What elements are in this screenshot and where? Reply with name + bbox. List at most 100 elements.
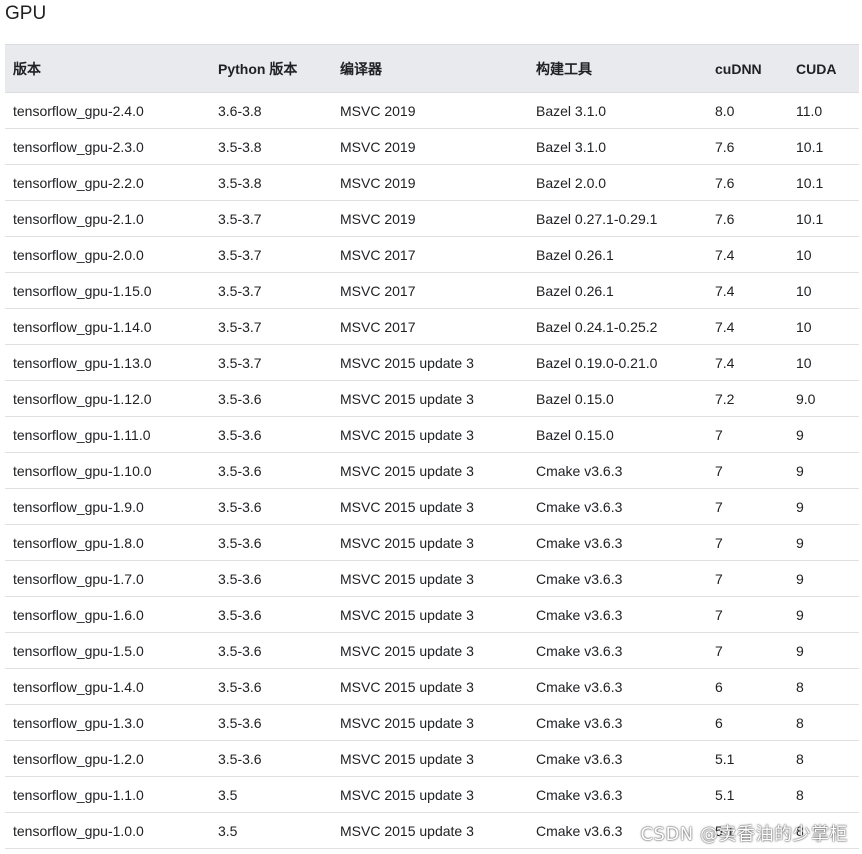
cell-version: tensorflow_gpu-2.3.0	[13, 138, 144, 155]
cell-compiler: MSVC 2015 update 3	[340, 714, 474, 731]
cell-cudnn: 6	[715, 678, 723, 695]
cell-build-tool: Bazel 0.27.1-0.29.1	[536, 210, 658, 227]
table-row: tensorflow_gpu-2.3.0 3.5-3.8 MSVC 2019 Baze…	[5, 129, 859, 165]
table-row: tensorflow_gpu-1.8.0 3.5-3.6 MSVC 2015 upd…	[5, 525, 859, 561]
cell-build-tool: Bazel 0.26.1	[536, 282, 614, 299]
table-row: tensorflow_gpu-2.2.0 3.5-3.8 MSVC 2019 Baze…	[5, 165, 859, 201]
cell-cuda: 9	[796, 462, 804, 479]
cell-cuda: 10.1	[796, 210, 824, 227]
cell-build-tool: Cmake v3.6.3	[536, 498, 623, 515]
cell-cudnn: 7.4	[715, 246, 735, 263]
column-header-python-version: Python 版本	[210, 44, 332, 93]
table-row: tensorflow_gpu-1.5.0 3.5-3.6 MSVC 2015 upd…	[5, 633, 859, 669]
cell-cudnn: 5.1	[715, 822, 735, 839]
cell-compiler: MSVC 2015 update 3	[340, 678, 474, 695]
cell-cuda: 9	[796, 498, 804, 515]
cell-cudnn: 7	[715, 534, 723, 551]
cell-version: tensorflow_gpu-1.5.0	[13, 642, 144, 659]
cell-cuda: 8	[796, 714, 804, 731]
cell-cuda: 9	[796, 534, 804, 551]
table-row: tensorflow_gpu-1.9.0 3.5-3.6 MSVC 2015 upd…	[5, 489, 859, 525]
cell-compiler: MSVC 2015 update 3	[340, 426, 474, 443]
cell-cudnn: 7.6	[715, 174, 735, 191]
cell-python-version: 3.5	[218, 786, 238, 803]
cell-build-tool: Cmake v3.6.3	[536, 462, 623, 479]
column-header-build-tool: 构建工具	[528, 44, 707, 93]
cell-cudnn: 7.4	[715, 318, 735, 335]
table-header: 版本 Python 版本 编译器 构建工具 cuDNN CUDA	[5, 44, 859, 93]
cell-cuda: 10	[796, 282, 812, 299]
cell-python-version: 3.5-3.7	[218, 246, 262, 263]
table-row: tensorflow_gpu-2.1.0 3.5-3.7 MSVC 2019 Baze…	[5, 201, 859, 237]
cell-cuda: 8	[796, 786, 804, 803]
cell-cuda: 10.1	[796, 138, 824, 155]
cell-version: tensorflow_gpu-1.0.0	[13, 822, 144, 839]
cell-cudnn: 7	[715, 570, 723, 587]
cell-cuda: 11.0	[796, 102, 823, 119]
cell-python-version: 3.5-3.6	[218, 642, 262, 659]
cell-cudnn: 5.1	[715, 786, 735, 803]
cell-cudnn: 7.6	[715, 210, 735, 227]
cell-cuda: 9.0	[796, 390, 816, 407]
cell-compiler: MSVC 2015 update 3	[340, 786, 474, 803]
cell-compiler: MSVC 2019	[340, 138, 416, 155]
table-row: tensorflow_gpu-1.12.0 3.5-3.6 MSVC 2015 up…	[5, 381, 859, 417]
cell-compiler: MSVC 2015 update 3	[340, 462, 474, 479]
cell-cudnn: 7.2	[715, 390, 735, 407]
cell-cuda: 10	[796, 354, 812, 371]
cell-cudnn: 6	[715, 714, 723, 731]
cell-version: tensorflow_gpu-1.7.0	[13, 570, 144, 587]
cell-cudnn: 8.0	[715, 102, 735, 119]
cell-compiler: MSVC 2015 update 3	[340, 390, 474, 407]
cell-cuda: 8	[796, 750, 804, 767]
cell-version: tensorflow_gpu-1.15.0	[13, 282, 152, 299]
cell-python-version: 3.5	[218, 822, 238, 839]
cell-cuda: 8	[796, 822, 804, 839]
cell-cuda: 9	[796, 606, 804, 623]
cell-cuda: 10	[796, 318, 812, 335]
section-heading: GPU	[5, 3, 47, 24]
cell-version: tensorflow_gpu-1.14.0	[13, 318, 152, 335]
cell-build-tool: Bazel 0.19.0-0.21.0	[536, 354, 658, 371]
cell-version: tensorflow_gpu-1.3.0	[13, 714, 144, 731]
cell-compiler: MSVC 2017	[340, 282, 416, 299]
cell-build-tool: Cmake v3.6.3	[536, 750, 623, 767]
cell-python-version: 3.5-3.7	[218, 318, 262, 335]
column-header-compiler: 编译器	[332, 44, 528, 93]
cell-version: tensorflow_gpu-2.1.0	[13, 210, 144, 227]
cell-version: tensorflow_gpu-1.9.0	[13, 498, 144, 515]
cell-version: tensorflow_gpu-1.13.0	[13, 354, 152, 371]
table-row: tensorflow_gpu-2.4.0 3.6-3.8 MSVC 2019 Baze…	[5, 93, 859, 129]
cell-cuda: 10	[796, 246, 812, 263]
column-header-cuda: CUDA	[788, 44, 859, 93]
cell-version: tensorflow_gpu-2.2.0	[13, 174, 144, 191]
cell-python-version: 3.5-3.6	[218, 714, 262, 731]
cell-build-tool: Bazel 2.0.0	[536, 174, 607, 191]
cell-cudnn: 7	[715, 462, 723, 479]
cell-build-tool: Cmake v3.6.3	[536, 786, 623, 803]
column-header-cudnn: cuDNN	[707, 44, 788, 93]
cell-compiler: MSVC 2015 update 3	[340, 498, 474, 515]
cell-python-version: 3.5-3.8	[218, 174, 262, 191]
cell-cuda: 10.1	[796, 174, 824, 191]
table-row: tensorflow_gpu-1.4.0 3.5-3.6 MSVC 2015 upd…	[5, 669, 859, 705]
cell-compiler: MSVC 2015 update 3	[340, 642, 474, 659]
cell-python-version: 3.5-3.6	[218, 462, 262, 479]
cell-version: tensorflow_gpu-1.6.0	[13, 606, 144, 623]
table-row: tensorflow_gpu-1.15.0 3.5-3.7 MSVC 2017 Baz…	[5, 273, 859, 309]
cell-build-tool: Bazel 0.15.0	[536, 426, 614, 443]
cell-build-tool: Cmake v3.6.3	[536, 642, 623, 659]
cell-version: tensorflow_gpu-1.11.0	[13, 426, 151, 443]
cell-cudnn: 7	[715, 642, 723, 659]
cell-version: tensorflow_gpu-2.0.0	[13, 246, 144, 263]
cell-compiler: MSVC 2015 update 3	[340, 534, 474, 551]
cell-python-version: 3.5-3.6	[218, 678, 262, 695]
cell-python-version: 3.5-3.6	[218, 534, 262, 551]
cell-version: tensorflow_gpu-1.4.0	[13, 678, 144, 695]
table-row: tensorflow_gpu-1.13.0 3.5-3.7 MSVC 2015 up…	[5, 345, 859, 381]
cell-python-version: 3.5-3.6	[218, 606, 262, 623]
cell-python-version: 3.5-3.7	[218, 210, 262, 227]
cell-build-tool: Bazel 0.15.0	[536, 390, 614, 407]
cell-version: tensorflow_gpu-1.8.0	[13, 534, 144, 551]
cell-cudnn: 7.4	[715, 282, 735, 299]
